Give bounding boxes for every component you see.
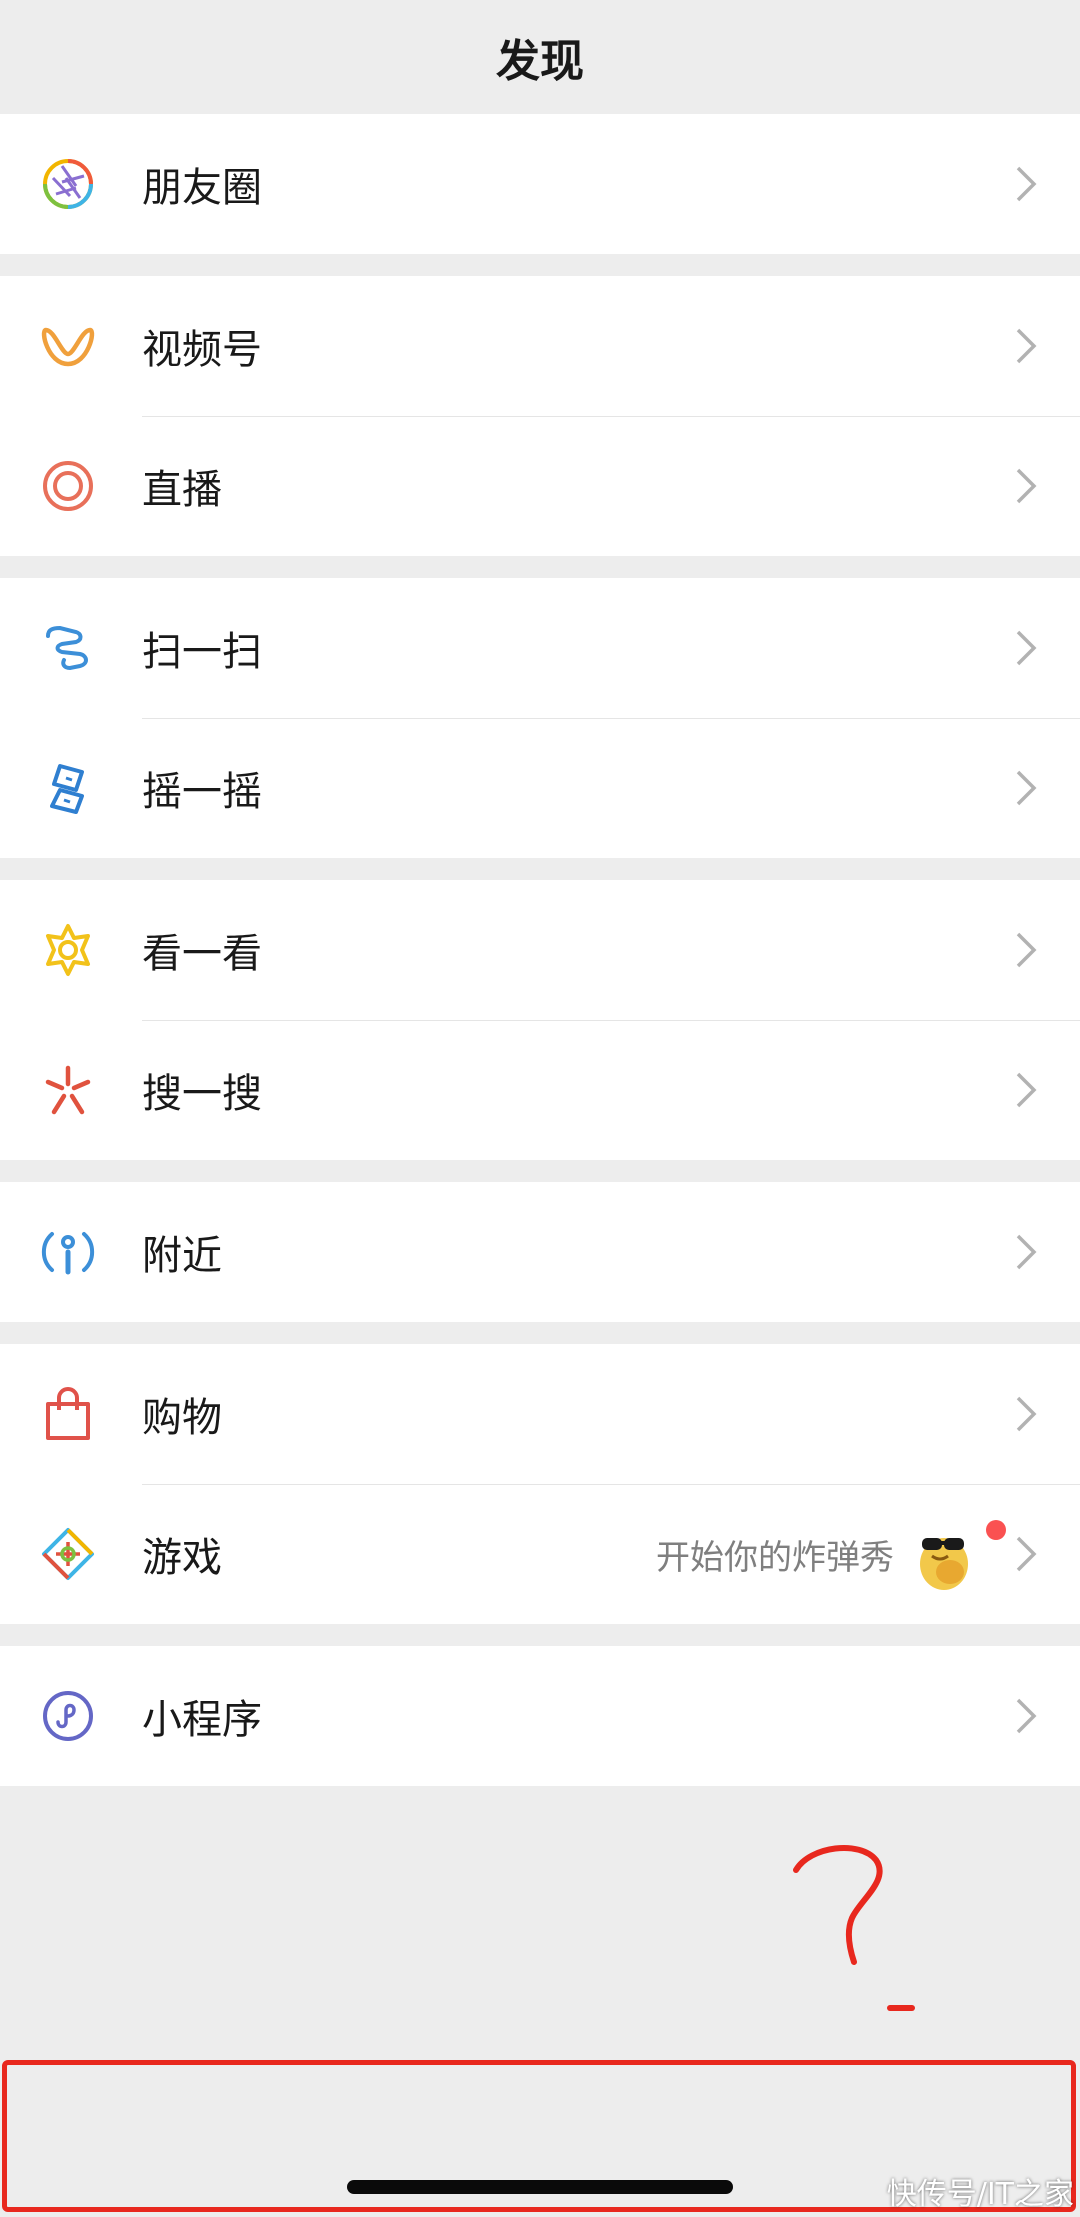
menu-item-top-stories[interactable]: 看一看 — [0, 880, 1080, 1020]
group-nearby: 附近 — [0, 1182, 1080, 1322]
chevron-right-icon — [1014, 1394, 1038, 1434]
mini-programs-icon — [40, 1688, 96, 1744]
group-moments: 朋友圈 — [0, 114, 1080, 254]
group-channels: 视频号 直播 — [0, 276, 1080, 556]
shopping-bag-icon — [40, 1386, 96, 1442]
menu-label: 搜一搜 — [142, 1071, 262, 1117]
shake-icon — [40, 760, 96, 816]
menu-label: 朋友圈 — [142, 165, 262, 211]
menu-label: 摇一摇 — [142, 769, 262, 815]
nearby-icon — [40, 1224, 96, 1280]
chevron-right-icon — [1014, 164, 1038, 204]
page-title: 发现 — [496, 36, 584, 87]
games-icon — [40, 1526, 96, 1582]
chevron-right-icon — [1014, 326, 1038, 366]
menu-label: 购物 — [142, 1395, 222, 1441]
menu-label: 扫一扫 — [142, 629, 262, 675]
live-icon — [40, 458, 96, 514]
notification-dot — [986, 1520, 1006, 1540]
menu-item-search[interactable]: 搜一搜 — [0, 1020, 1080, 1160]
group-mini-programs: 小程序 — [0, 1646, 1080, 1786]
menu-item-shopping[interactable]: 购物 — [0, 1344, 1080, 1484]
games-subtitle: 开始你的炸弹秀 — [656, 1537, 894, 1578]
search-icon — [40, 1062, 96, 1118]
chevron-right-icon — [1014, 628, 1038, 668]
menu-item-nearby[interactable]: 附近 — [0, 1182, 1080, 1322]
chevron-right-icon — [1014, 768, 1038, 808]
menu-label: 附近 — [142, 1233, 222, 1279]
menu-item-channels[interactable]: 视频号 — [0, 276, 1080, 416]
mascot-sunglasses-icon — [910, 1520, 980, 1596]
menu-item-live[interactable]: 直播 — [0, 416, 1080, 556]
menu-label: 游戏 — [142, 1535, 222, 1581]
menu-label: 视频号 — [142, 327, 262, 373]
chevron-right-icon — [1014, 1070, 1038, 1110]
group-top-stories-search: 看一看 搜一搜 — [0, 880, 1080, 1160]
question-mark-annotation — [793, 1845, 915, 2011]
menu-item-moments[interactable]: 朋友圈 — [0, 114, 1080, 254]
moments-icon — [40, 156, 96, 212]
menu-item-scan[interactable]: 扫一扫 — [0, 578, 1080, 718]
menu-item-games[interactable]: 游戏 开始你的炸弹秀 — [0, 1484, 1080, 1624]
chevron-right-icon — [1014, 1534, 1038, 1574]
home-indicator[interactable] — [347, 2180, 733, 2194]
top-stories-icon — [40, 922, 96, 978]
chevron-right-icon — [1014, 466, 1038, 506]
menu-label: 看一看 — [142, 931, 262, 977]
navigation-bar: 发现 — [0, 0, 1080, 114]
scan-icon — [40, 620, 96, 676]
chevron-right-icon — [1014, 1696, 1038, 1736]
channels-icon — [40, 318, 96, 374]
group-scan-shake: 扫一扫 摇一摇 — [0, 578, 1080, 858]
menu-item-mini-programs[interactable]: 小程序 — [0, 1646, 1080, 1786]
menu-item-shake[interactable]: 摇一摇 — [0, 718, 1080, 858]
group-shopping-games: 购物 游戏 开始你的炸弹秀 — [0, 1344, 1080, 1624]
watermark: 快传号/IT之家 — [886, 2177, 1074, 2212]
menu-label: 直播 — [142, 467, 222, 513]
chevron-right-icon — [1014, 930, 1038, 970]
chevron-right-icon — [1014, 1232, 1038, 1272]
menu-label: 小程序 — [142, 1697, 262, 1743]
discover-page: 发现 朋友圈 视频号 直播 扫一扫 摇一摇 看一看 搜一搜 附近 购物 游戏 开… — [0, 0, 1080, 2217]
